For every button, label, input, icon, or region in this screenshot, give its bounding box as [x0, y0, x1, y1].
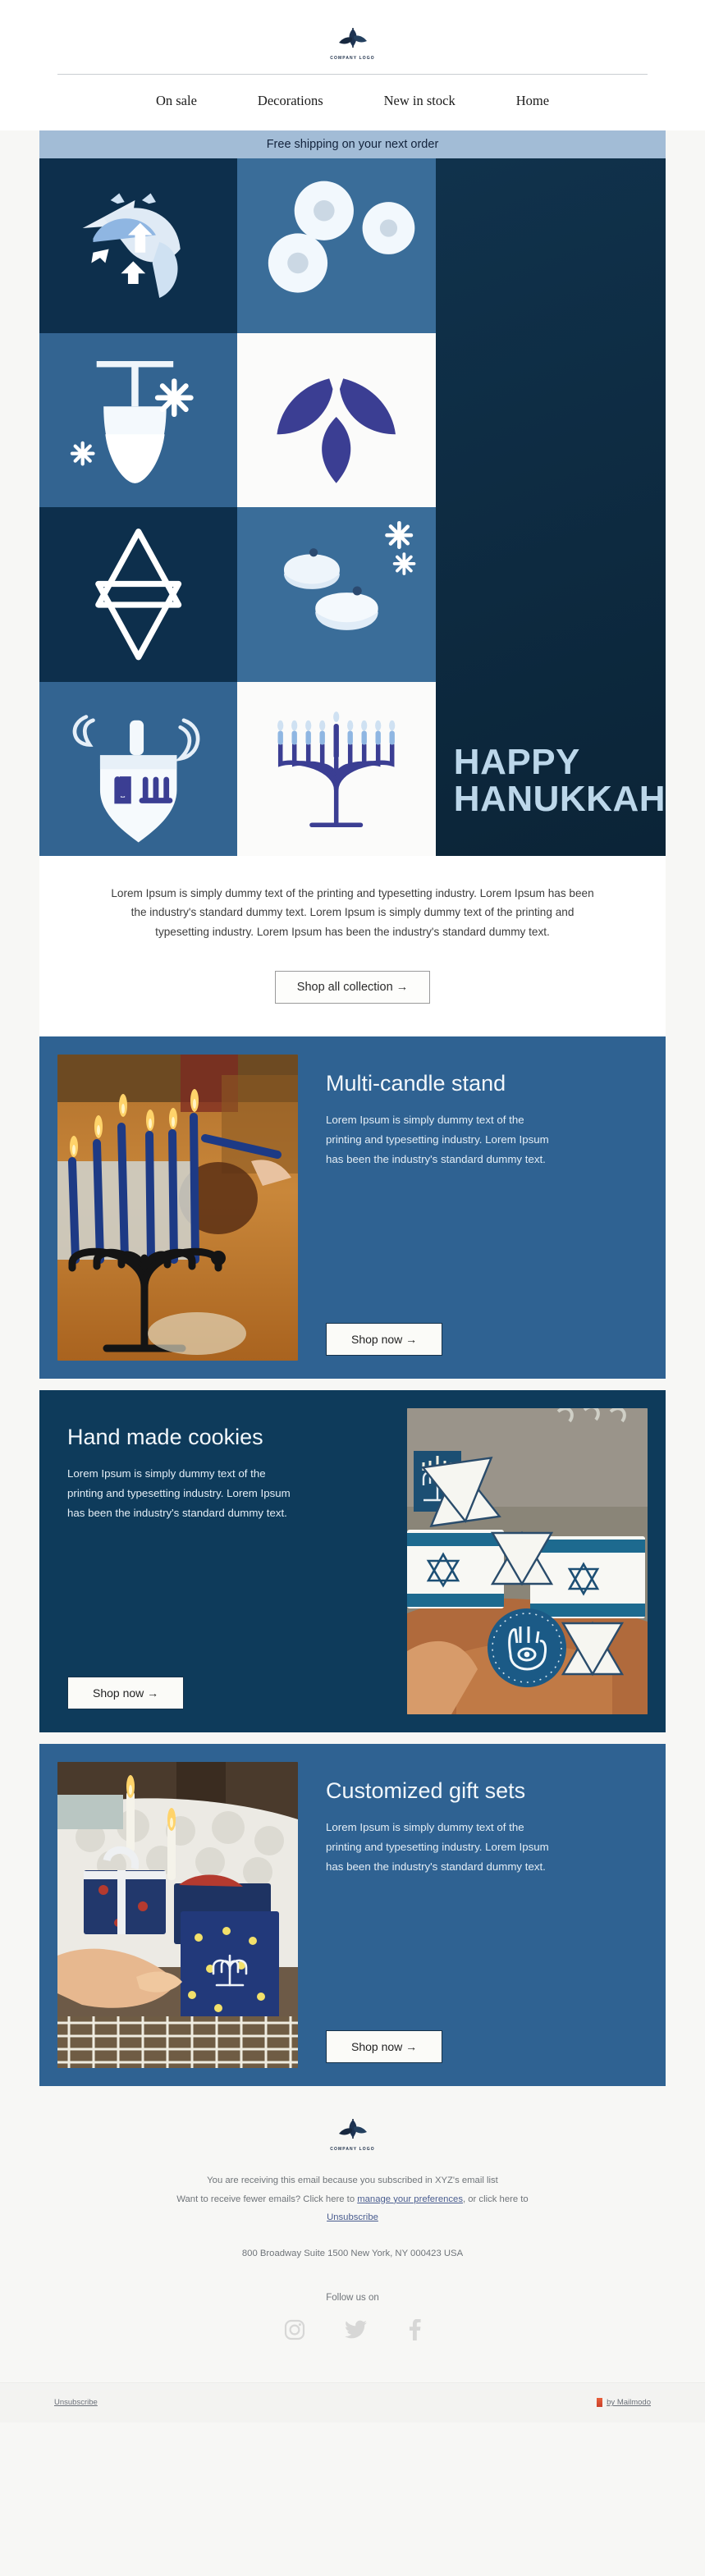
footer-address: 800 Broadway Suite 1500 New York, NY 000… — [241, 2248, 464, 2258]
product-description: Lorem Ipsum is simply dummy text of the … — [326, 1114, 549, 1165]
menorah-candles-photo — [57, 1055, 298, 1361]
bottom-unsubscribe-link[interactable]: Unsubscribe — [54, 2398, 98, 2407]
social-links — [0, 2318, 705, 2345]
bottom-bar: Unsubscribe by Mailmodo — [0, 2382, 705, 2423]
brand-logo-text: COMPANY LOGO — [330, 56, 375, 61]
product-card-body: Hand made cookies Lorem Ipsum is simply … — [57, 1408, 389, 1714]
product-image-menorah-candles — [57, 1055, 298, 1361]
product-image-gift-sets: Happy Hanukkah — [57, 1762, 298, 2069]
hero-tile-goblet — [39, 332, 238, 507]
hero-tile-jelly-donuts — [237, 507, 436, 682]
page-title: HAPPY HANUKKAH — [453, 741, 666, 820]
product-card-customized-gift-sets: Happy Hanukkah Customized gift sets Lore… — [39, 1744, 666, 2087]
card-gap — [39, 1732, 666, 1745]
manage-preferences-link[interactable]: manage your preferences — [357, 2194, 463, 2204]
product-cta-wrap: Shop now → — [326, 2007, 634, 2064]
intro-paragraph: Lorem Ipsum is simply dummy text of the … — [111, 887, 594, 938]
hero-title-line2: HANUKKAH — [453, 779, 666, 820]
goblet-snowflake-icon — [70, 360, 194, 483]
hero-tile-star-of-david — [39, 507, 238, 682]
footer-prefs-text-a: Want to receive fewer emails? Click here… — [176, 2194, 358, 2204]
product-cards: Multi-candle stand Lorem Ipsum is simply… — [39, 1036, 666, 2087]
hanukkah-gift-boxes-photo: Happy Hanukkah — [57, 1762, 298, 2069]
leaf-logo-icon — [338, 28, 367, 48]
product-cta-wrap: Shop now → — [326, 1300, 634, 1357]
footer-prefs-text-b: , or click here to — [462, 2194, 529, 2204]
product-title: Customized gift sets — [326, 1778, 526, 1804]
powered-by-link[interactable]: by Mailmodo — [607, 2398, 651, 2407]
star-of-david-icon — [95, 528, 182, 661]
product-cta-wrap: Shop now → — [67, 1654, 376, 1710]
product-title: Multi-candle stand — [326, 1071, 506, 1096]
hero-tile-dreidel — [39, 681, 238, 856]
dreidel-icon — [72, 714, 200, 842]
nav-item-decorations[interactable]: Decorations — [258, 93, 323, 109]
intro-section: Lorem Ipsum is simply dummy text of the … — [39, 856, 666, 950]
product-card-hand-made-cookies: Hand made cookies Lorem Ipsum is simply … — [39, 1390, 666, 1733]
free-shipping-banner: Free shipping on your next order — [39, 130, 666, 158]
card-gap — [39, 1379, 666, 1391]
product-card-body: Customized gift sets Lorem Ipsum is simp… — [316, 1762, 648, 2068]
hero-collage: HAPPY HANUKKAH — [39, 158, 666, 856]
email-header: COMPANY LOGO On sale Decorations New in … — [0, 0, 705, 130]
leaf-logo-icon — [338, 2119, 367, 2139]
facebook-icon[interactable] — [407, 2318, 422, 2345]
intro-cta-wrap: Shop all collection → — [39, 949, 666, 1037]
hero-tile-dreidel-spin — [39, 158, 238, 333]
email-footer: COMPANY LOGO You are receiving this emai… — [0, 2086, 705, 2423]
footer-logo-text: COMPANY LOGO — [330, 2147, 375, 2153]
product-image-cookies — [407, 1408, 648, 1715]
shop-now-button[interactable]: Shop now → — [326, 1323, 443, 1357]
email-page: COMPANY LOGO On sale Decorations New in … — [0, 0, 705, 2576]
jelly-donuts-sparkle-icon — [284, 521, 416, 630]
dreidel-spinning-icon — [82, 193, 181, 298]
footer-unsubscribe-line: Unsubscribe — [0, 2208, 705, 2227]
follow-us-label: Follow us on — [326, 2292, 379, 2303]
footer-preferences-line: Want to receive fewer emails? Click here… — [0, 2190, 705, 2209]
hero-tile-menorah — [237, 681, 436, 856]
powered-by-badge[interactable]: by Mailmodo — [597, 2398, 651, 2408]
product-title: Hand made cookies — [67, 1425, 263, 1450]
main-nav: On sale Decorations New in stock Home — [0, 75, 705, 130]
product-card-multi-candle-stand: Multi-candle stand Lorem Ipsum is simply… — [39, 1036, 666, 1380]
footer-logo[interactable]: COMPANY LOGO — [0, 2114, 705, 2171]
product-description: Lorem Ipsum is simply dummy text of the … — [326, 1821, 549, 1873]
mailmodo-mark-icon — [597, 2398, 603, 2408]
footer-subscribe-note: You are receiving this email because you… — [207, 2176, 498, 2186]
hero-tile-sufganiyot — [237, 158, 436, 333]
shop-all-collection-button[interactable]: Shop all collection → — [274, 971, 431, 1004]
hero-title-panel: HAPPY HANUKKAH — [435, 158, 666, 856]
shop-now-button[interactable]: Shop now → — [326, 2030, 443, 2064]
nav-item-on-sale[interactable]: On sale — [156, 93, 197, 109]
sufganiyot-donuts-icon — [268, 181, 415, 293]
hanukkah-cookies-photo — [407, 1408, 648, 1715]
nav-item-new-in-stock[interactable]: New in stock — [384, 93, 456, 109]
nav-item-home[interactable]: Home — [516, 93, 549, 109]
product-card-body: Multi-candle stand Lorem Ipsum is simply… — [316, 1055, 648, 1361]
shop-now-button[interactable]: Shop now → — [67, 1677, 185, 1710]
hero-tile-leaf-trio — [237, 332, 436, 507]
brand-logo[interactable]: COMPANY LOGO — [0, 15, 705, 74]
instagram-icon[interactable] — [284, 2319, 305, 2345]
hero-title-line1: HAPPY — [453, 741, 580, 782]
twitter-icon[interactable] — [344, 2319, 368, 2345]
product-description: Lorem Ipsum is simply dummy text of the … — [67, 1467, 291, 1519]
menorah-icon — [277, 711, 396, 827]
leaf-trio-icon — [277, 377, 396, 483]
unsubscribe-link[interactable]: Unsubscribe — [327, 2212, 378, 2222]
